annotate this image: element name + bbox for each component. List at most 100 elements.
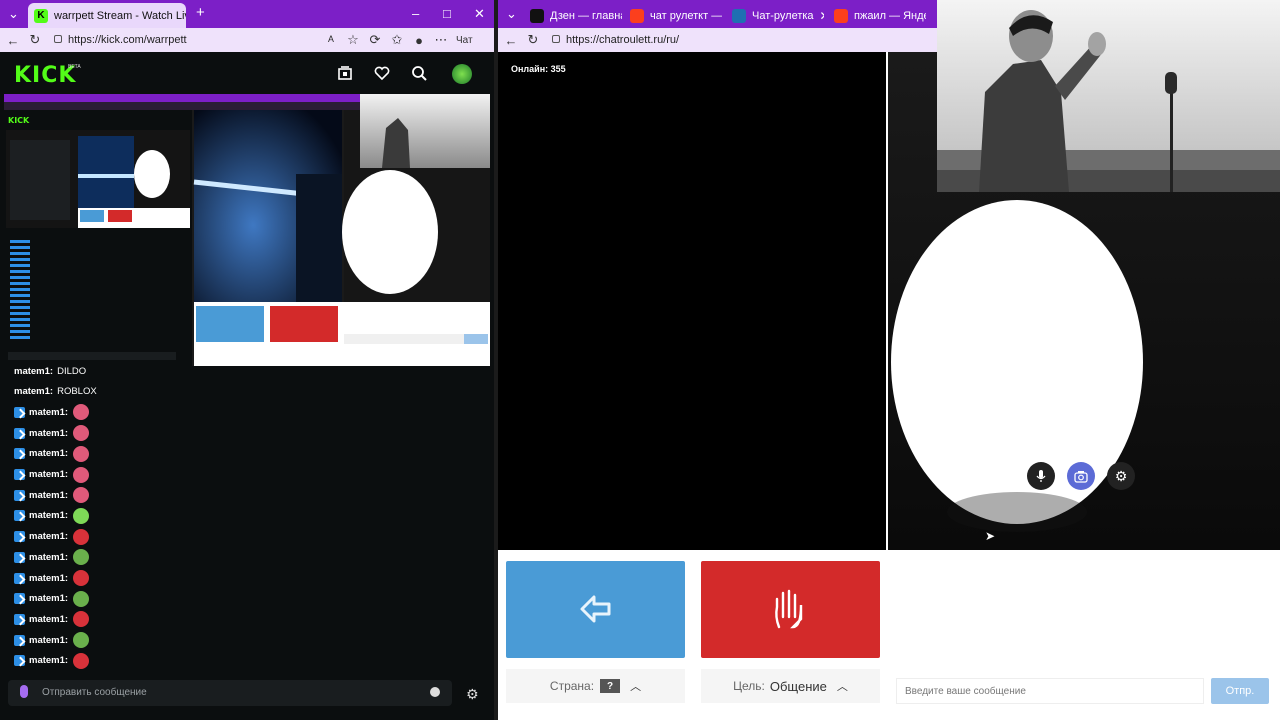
camera-switch-button[interactable]: [1067, 462, 1095, 490]
new-tab-icon[interactable]: +: [196, 4, 205, 21]
copilot-label[interactable]: Чат: [456, 35, 473, 46]
subscriber-badge-icon[interactable]: [14, 634, 25, 646]
subscriber-badge-icon[interactable]: [14, 655, 25, 667]
chat-username[interactable]: matem1:: [29, 655, 68, 666]
browser-tab[interactable]: чат рулеткт — Ян✕: [624, 3, 722, 28]
mic-icon[interactable]: [20, 685, 28, 698]
avatar[interactable]: [452, 64, 472, 84]
chat-username[interactable]: matem1:: [29, 428, 68, 439]
more-icon[interactable]: ⋯: [430, 32, 452, 48]
chat-username[interactable]: matem1:: [29, 573, 68, 584]
subscriber-badge-icon[interactable]: [14, 427, 25, 439]
kick-beta-label: BETA: [68, 64, 81, 70]
message-input[interactable]: Введите ваше сообщение: [896, 678, 1204, 704]
browser-tab[interactable]: Дзен — главная✕: [524, 3, 622, 28]
overlay-photo-image: [937, 10, 1280, 192]
search-icon[interactable]: [410, 64, 428, 82]
country-label: Страна:: [549, 679, 595, 693]
subscriber-badge-icon[interactable]: [14, 572, 25, 584]
chat-username[interactable]: matem1:: [29, 635, 68, 646]
extensions-icon[interactable]: ⟳: [364, 32, 386, 48]
chat-text: ROBLOX: [57, 386, 97, 398]
stream-frame: KICK: [4, 94, 490, 366]
subscriber-badge-icon[interactable]: [14, 551, 25, 563]
chat-username[interactable]: matem1:: [29, 490, 68, 501]
chat-username[interactable]: matem1:: [29, 614, 68, 625]
tab-favicon-icon: [732, 8, 746, 23]
stream-video-player[interactable]: KICK: [4, 94, 490, 366]
subscriber-badge-icon[interactable]: [14, 469, 25, 480]
chat-username[interactable]: matem1:: [14, 386, 53, 397]
settings-button[interactable]: ⚙: [1107, 462, 1135, 490]
emote-icon: [73, 590, 90, 607]
window-close-icon[interactable]: ✕: [474, 6, 485, 22]
send-button[interactable]: Отпр.: [1211, 678, 1269, 704]
chat-username[interactable]: matem1:: [29, 448, 68, 459]
chat-message: matem1: ROBLOX: [14, 382, 97, 402]
reload-icon[interactable]: ↻: [522, 32, 544, 48]
chat-message: matem1:: [14, 465, 90, 485]
close-icon[interactable]: ✕: [814, 9, 824, 23]
send-label: Отпр.: [1225, 685, 1255, 697]
tab-title: warrpett Stream - Watch Live on K: [54, 9, 186, 22]
emoji-icon[interactable]: [430, 687, 440, 697]
tab-kick-stream[interactable]: K warrpett Stream - Watch Live on K ✕: [28, 3, 186, 28]
back-icon[interactable]: ←: [2, 33, 24, 48]
country-select[interactable]: Страна: ? ︿: [506, 669, 685, 703]
browse-icon[interactable]: [336, 64, 354, 82]
chat-username[interactable]: matem1:: [29, 469, 68, 480]
subscriber-badge-icon[interactable]: [14, 448, 25, 460]
chat-message: matem1:: [14, 402, 90, 422]
url-text: https://chatroulett.ru/ru/: [566, 34, 680, 46]
tab-title: пжаил — Яндекс: [854, 9, 926, 22]
emote-icon: [73, 445, 90, 462]
chat-username[interactable]: matem1:: [29, 531, 68, 542]
chat-username[interactable]: matem1:: [29, 552, 68, 563]
next-button[interactable]: [506, 561, 685, 658]
goal-select[interactable]: Цель: Общение ︿: [701, 669, 880, 703]
chat-username[interactable]: matem1:: [14, 366, 53, 377]
chat-input[interactable]: Отправить сообщение: [8, 680, 452, 706]
chat-username[interactable]: matem1:: [29, 593, 68, 604]
chevron-up-icon: ︿: [836, 681, 848, 693]
kick-header: KICK BETA: [0, 52, 494, 94]
subscriber-badge-icon[interactable]: [14, 593, 25, 605]
emote-icon: [73, 570, 90, 586]
subscriber-badge-icon[interactable]: [14, 510, 25, 522]
chat-message: matem1:: [14, 547, 90, 567]
online-counter: Онлайн: 355: [511, 64, 566, 74]
tab-menu-icon[interactable]: ⌄: [8, 6, 19, 22]
mic-toggle-button[interactable]: [1027, 462, 1055, 490]
chat-message: matem1:: [14, 485, 90, 505]
subscriber-badge-icon[interactable]: [14, 406, 25, 418]
chat-message: matem1:: [14, 630, 90, 650]
local-video: Онлайн: 355: [498, 52, 886, 550]
url-field[interactable]: https://kick.com/warrpett: [50, 30, 320, 50]
kick-browser-window: ⌄ K warrpett Stream - Watch Live on K ✕ …: [0, 0, 494, 720]
chat-username[interactable]: matem1:: [29, 407, 68, 418]
profile-icon[interactable]: ●: [408, 33, 430, 48]
read-aloud-icon[interactable]: ᴬ: [320, 33, 342, 48]
chat-message: matem1:: [14, 651, 90, 671]
subscriber-badge-icon[interactable]: [14, 531, 25, 543]
back-icon[interactable]: ←: [500, 33, 522, 48]
chat-message: matem1:: [14, 423, 90, 443]
subscriber-badge-icon[interactable]: [14, 489, 25, 501]
heart-icon[interactable]: [373, 64, 391, 82]
subscriber-badge-icon[interactable]: [14, 613, 25, 625]
url-field[interactable]: https://chatroulett.ru/ru/: [548, 30, 848, 50]
reload-icon[interactable]: ↻: [24, 32, 46, 48]
chat-username[interactable]: matem1:: [29, 510, 68, 521]
browser-tab[interactable]: Чат-рулетка✕: [726, 3, 824, 28]
favorite-star-icon[interactable]: ☆: [342, 32, 364, 48]
tab-menu-icon[interactable]: ⌄: [506, 6, 517, 22]
favorites-icon[interactable]: ✩: [386, 32, 408, 48]
message-placeholder: Введите ваше сообщение: [905, 685, 1026, 697]
stop-button[interactable]: [701, 561, 880, 658]
chat-settings-icon[interactable]: ⚙: [466, 686, 479, 703]
minimize-icon[interactable]: –: [412, 6, 419, 21]
maximize-icon[interactable]: □: [443, 6, 451, 21]
chatroulette-browser-window: ⌄ Дзен — главная✕чат рулеткт — Ян✕Чат-ру…: [498, 0, 1280, 720]
emote-icon: [73, 466, 90, 483]
browser-tab[interactable]: пжаил — Яндекс✕: [828, 3, 926, 28]
